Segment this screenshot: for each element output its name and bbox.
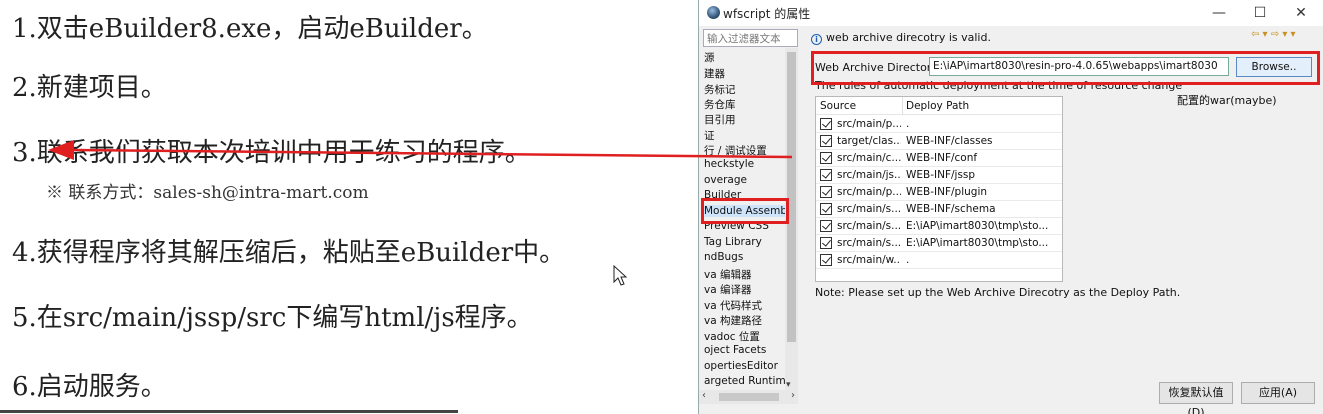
filter-input[interactable]: 输入过滤器文本: [703, 29, 798, 47]
tutorial-slide: 1.双击eBuilder8.exe，启动eBuilder。 2.新建项目。 3.…: [0, 0, 700, 414]
web-dir-highlight-box: [811, 51, 1320, 85]
module-assembly-highlight-box: [701, 198, 789, 224]
checkbox-checked-icon[interactable]: [820, 169, 832, 181]
row-deploy-path: WEB-INF/plugin: [906, 186, 988, 198]
nav-item[interactable]: Tag Library: [704, 236, 762, 248]
nav-item[interactable]: argeted Runtime: [704, 375, 785, 387]
checkbox-checked-icon[interactable]: [820, 220, 832, 232]
properties-dialog: wfscript 的属性 — ☐ ✕ 输入过滤器文本 源 建器 务标记 务仓库 …: [698, 0, 1323, 414]
nav-item[interactable]: va 构建路径: [704, 313, 762, 328]
nav-item[interactable]: va 代码样式: [704, 298, 762, 313]
nav-scroll-thumb[interactable]: [787, 52, 796, 342]
table-row[interactable]: src/main/p... WEB-INF/plugin: [816, 184, 1062, 201]
step-4: 4.获得程序将其解压缩后，粘贴至eBuilder中。: [12, 238, 566, 268]
title-bar: wfscript 的属性 — ☐ ✕: [699, 0, 1323, 26]
nav-item[interactable]: 行 / 调试设置: [704, 143, 767, 158]
checkbox-checked-icon[interactable]: [820, 118, 832, 130]
chevron-down-icon[interactable]: ▾: [786, 380, 791, 390]
nav-item[interactable]: overage: [704, 174, 747, 186]
app-icon: [707, 6, 720, 19]
checkbox-checked-icon[interactable]: [820, 135, 832, 147]
scroll-right-icon[interactable]: ›: [791, 390, 795, 401]
apply-button[interactable]: 应用(A): [1241, 382, 1315, 404]
scroll-left-icon[interactable]: ‹: [702, 390, 706, 401]
deploy-table: Source Deploy Path src/main/p.... target…: [815, 96, 1063, 282]
nav-item[interactable]: va 编译器: [704, 282, 752, 297]
step-2: 2.新建项目。: [12, 73, 167, 103]
nav-item[interactable]: va 编辑器: [704, 267, 752, 282]
checkbox-checked-icon[interactable]: [820, 237, 832, 249]
row-deploy-path: WEB-INF/conf: [906, 152, 978, 164]
nav-hscroll-thumb[interactable]: [719, 393, 779, 401]
step-5: 5.在src/main/jssp/src下编写html/js程序。: [12, 303, 533, 333]
step-3: 3.联系我们获取本次培训中用于练习的程序。: [12, 138, 531, 168]
info-message: i web archive direcotry is valid.: [811, 31, 991, 45]
row-source: src/main/c...: [837, 152, 901, 164]
row-source: src/main/s...: [837, 237, 901, 249]
nav-item[interactable]: 务标记: [704, 82, 736, 97]
table-row[interactable]: src/main/c... WEB-INF/conf: [816, 150, 1062, 167]
window-title: wfscript 的属性: [723, 7, 811, 21]
checkbox-checked-icon[interactable]: [820, 186, 832, 198]
step-6: 6.启动服务。: [12, 372, 167, 402]
row-deploy-path: .: [906, 254, 910, 266]
row-deploy-path: WEB-INF/classes: [906, 135, 993, 147]
column-divider: [902, 97, 903, 115]
nav-item[interactable]: ndBugs: [704, 251, 743, 263]
row-source: src/main/s...: [837, 203, 901, 215]
nav-item[interactable]: 务仓库: [704, 97, 736, 112]
nav-item[interactable]: 目引用: [704, 112, 736, 127]
step-1: 1.双击eBuilder8.exe，启动eBuilder。: [12, 14, 488, 44]
nav-horizontal-scrollbar[interactable]: ‹ ›: [699, 390, 798, 404]
step-3-contact: ※ 联系方式：sales-sh@intra-mart.com: [46, 183, 369, 203]
header-deploy-path[interactable]: Deploy Path: [906, 100, 969, 112]
nav-item[interactable]: heckstyle: [704, 158, 754, 170]
row-source: target/clas...: [837, 135, 901, 147]
nav-item[interactable]: oject Facets: [704, 344, 766, 356]
row-deploy-path: .: [906, 118, 910, 130]
row-source: src/main/p...: [837, 118, 901, 130]
checkbox-checked-icon[interactable]: [820, 254, 832, 266]
deploy-note: Note: Please set up the Web Archive Dire…: [815, 286, 1181, 299]
table-row[interactable]: src/main/js... WEB-INF/jssp: [816, 167, 1062, 184]
table-row[interactable]: src/main/s... WEB-INF/schema: [816, 201, 1062, 218]
row-source: src/main/p...: [837, 186, 901, 198]
maximize-button[interactable]: ☐: [1242, 2, 1278, 24]
mouse-cursor-icon: [613, 265, 628, 286]
table-row[interactable]: src/main/p....: [816, 116, 1062, 133]
row-deploy-path: E:\iAP\imart8030\tmp\sto...: [906, 220, 1049, 232]
info-message-text: web archive direcotry is valid.: [826, 31, 991, 44]
row-source: src/main/js...: [837, 169, 901, 181]
close-button[interactable]: ✕: [1283, 2, 1319, 24]
info-icon: i: [811, 34, 822, 45]
nav-item[interactable]: 证: [704, 128, 715, 143]
table-row[interactable]: src/main/s... E:\iAP\imart8030\tmp\sto...: [816, 218, 1062, 235]
row-deploy-path: E:\iAP\imart8030\tmp\sto...: [906, 237, 1049, 249]
back-arrow-icon[interactable]: ⇦ ▾ ⇨ ▾ ▾: [1251, 29, 1296, 40]
checkbox-checked-icon[interactable]: [820, 152, 832, 164]
checkbox-checked-icon[interactable]: [820, 203, 832, 215]
row-deploy-path: WEB-INF/jssp: [906, 169, 976, 181]
war-annotation: 配置的war(maybe): [1177, 94, 1277, 107]
table-row[interactable]: src/main/w....: [816, 252, 1062, 269]
nav-item[interactable]: opertiesEditor: [704, 360, 778, 372]
nav-item[interactable]: vadoc 位置: [704, 329, 760, 344]
row-deploy-path: WEB-INF/schema: [906, 203, 996, 215]
nav-item[interactable]: 源: [704, 50, 715, 65]
table-row[interactable]: target/clas... WEB-INF/classes: [816, 133, 1062, 150]
row-source: src/main/s...: [837, 220, 901, 232]
slide-divider: [0, 410, 458, 413]
table-row[interactable]: src/main/s... E:\iAP\imart8030\tmp\sto...: [816, 235, 1062, 252]
header-source[interactable]: Source: [820, 100, 856, 112]
minimize-button[interactable]: —: [1201, 2, 1237, 24]
table-header: Source Deploy Path: [816, 97, 1062, 115]
history-nav-arrows[interactable]: ⇦ ▾ ⇨ ▾ ▾: [1251, 29, 1296, 40]
row-source: src/main/w...: [837, 254, 901, 266]
restore-defaults-button[interactable]: 恢复默认值(D): [1159, 382, 1233, 414]
nav-item[interactable]: 建器: [704, 66, 725, 81]
